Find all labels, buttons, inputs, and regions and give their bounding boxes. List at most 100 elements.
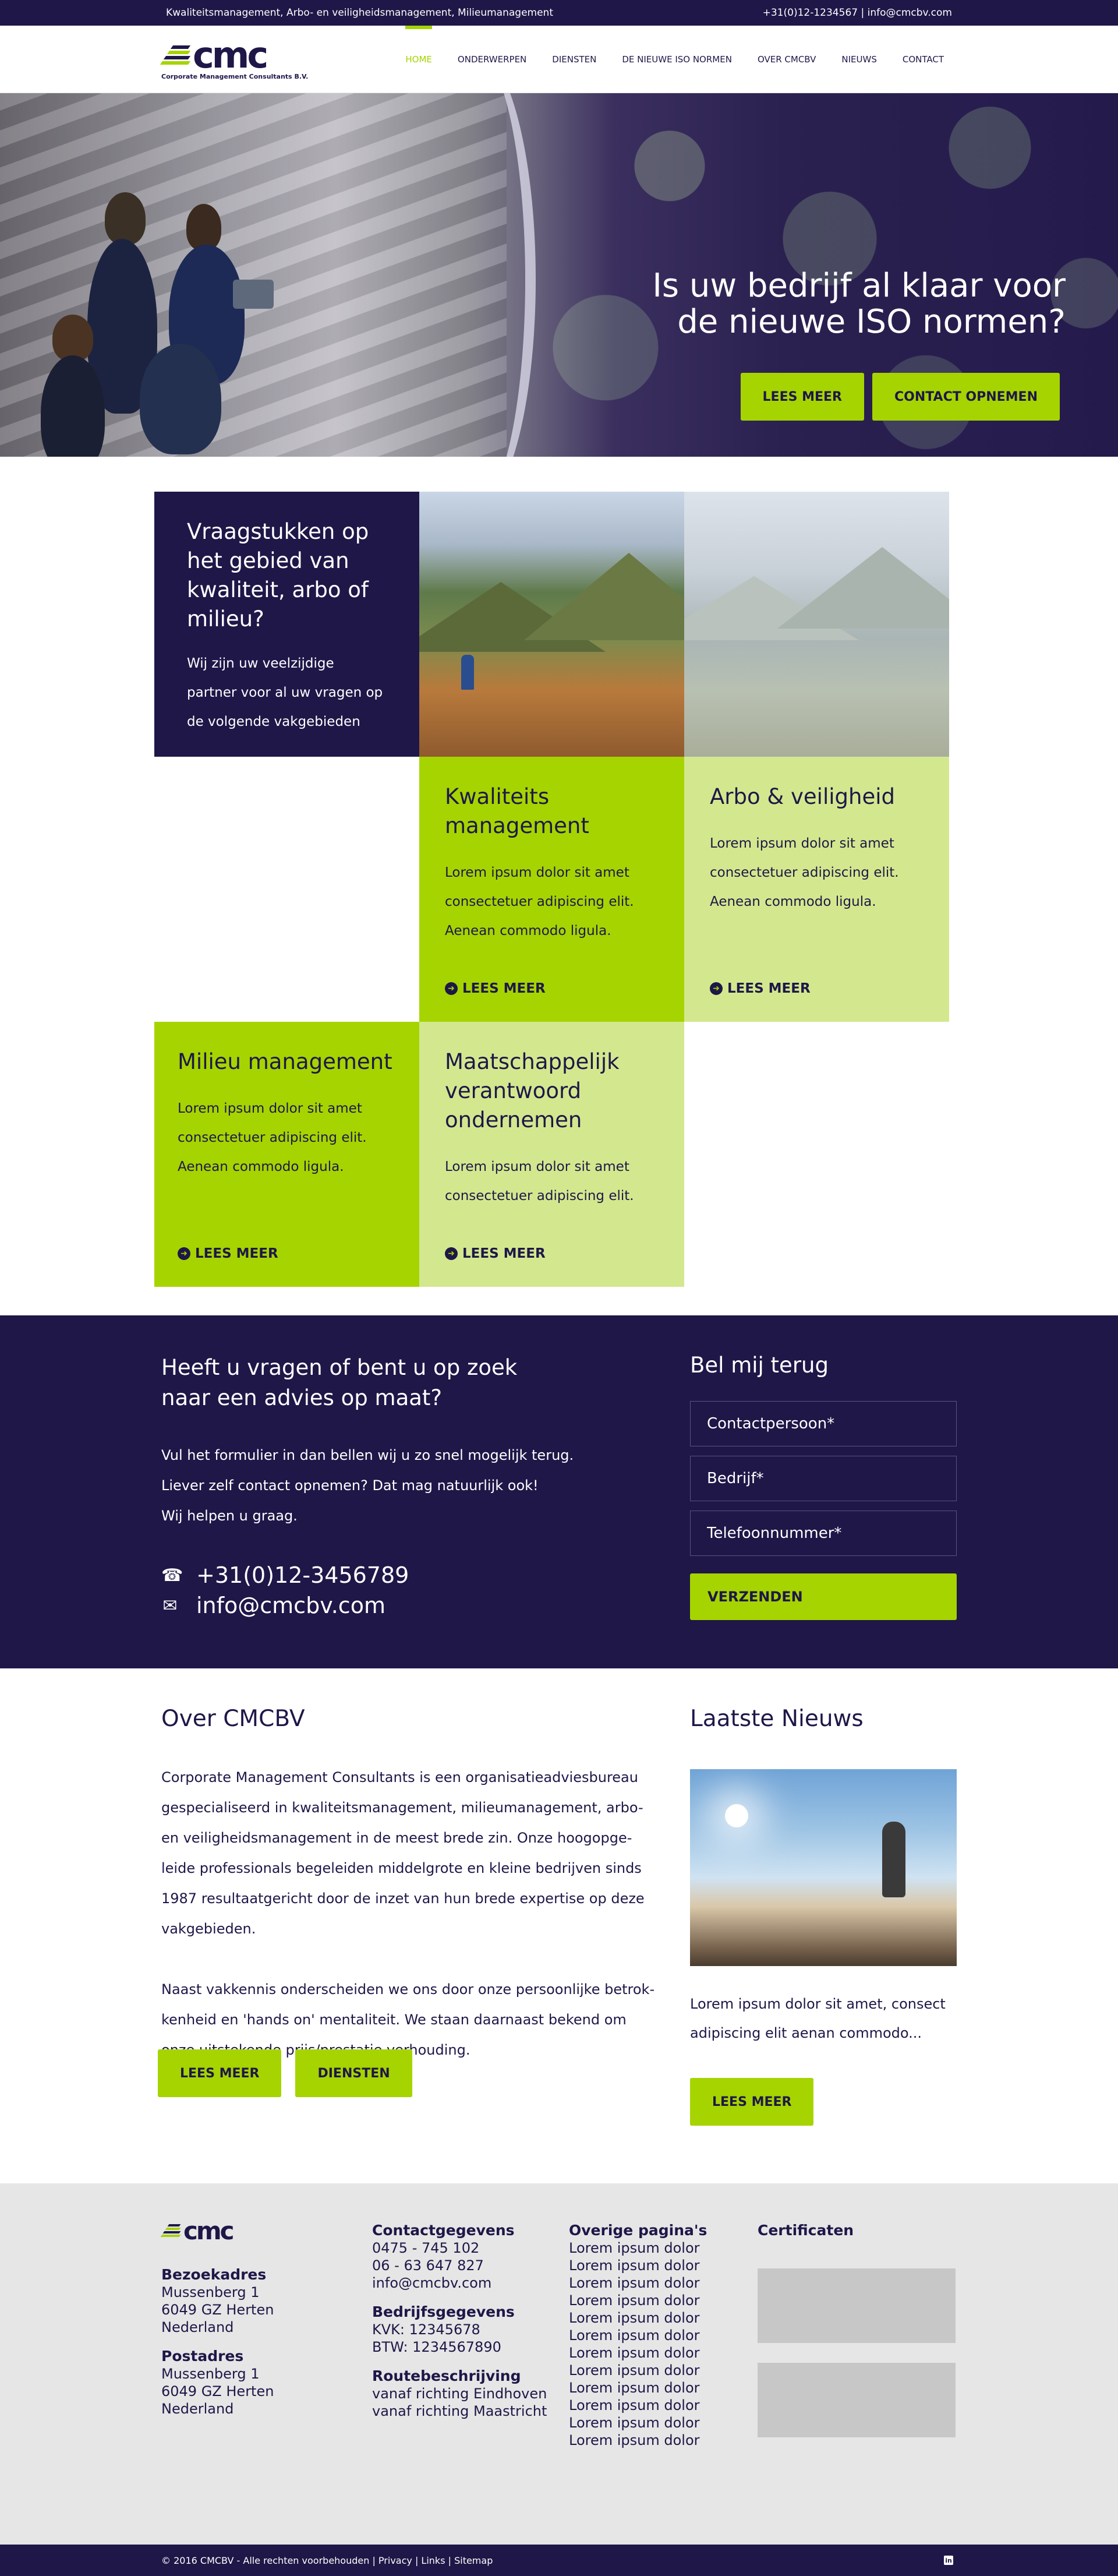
- service-title: Maatschappelijk verantwoord ondernemen: [445, 1049, 620, 1132]
- linkedin-icon[interactable]: in: [944, 2556, 953, 2565]
- logo[interactable]: cmc Corporate Management Consultants B.V…: [160, 33, 309, 80]
- footer-page-link[interactable]: Lorem ipsum dolor: [569, 2309, 707, 2327]
- contact-text: Vul het formulier in dan bellen wij u zo…: [161, 1447, 574, 1524]
- main-nav: HOME ONDERWERPEN DIENSTEN DE NIEUWE ISO …: [392, 26, 957, 93]
- post-address-title: Postadres: [161, 2348, 244, 2365]
- footer-page-link[interactable]: Lorem ipsum dolor: [569, 2379, 707, 2397]
- news-more-button[interactable]: LEES MEER: [690, 2078, 814, 2126]
- services-intro: Vraagstukken op het gebied van kwaliteit…: [154, 492, 419, 757]
- company-input[interactable]: [690, 1456, 957, 1501]
- footer-contact-column: Contactgegevens 0475 - 745 102 06 - 63 6…: [372, 2222, 547, 2420]
- bottom-bar: © 2016 CMCBV - Alle rechten voorbehouden…: [0, 2545, 1118, 2576]
- footer-page-link[interactable]: Lorem ipsum dolor: [569, 2432, 707, 2449]
- service-text: Lorem ipsum dolor sit amet consectetuer …: [445, 865, 634, 938]
- service-more-link[interactable]: ➜ LEES MEER: [445, 981, 546, 996]
- arrow-right-icon: ➜: [445, 1247, 458, 1260]
- hero-more-button[interactable]: LEES MEER: [740, 373, 864, 421]
- mountain-hiker-image: [419, 492, 684, 757]
- service-title: Kwaliteits management: [445, 784, 589, 838]
- phone-input[interactable]: [690, 1511, 957, 1556]
- about-more-button[interactable]: LEES MEER: [158, 2049, 282, 2097]
- tagline: Kwaliteitsmanagement, Arbo- en veilighei…: [166, 7, 553, 19]
- footer-page-link[interactable]: Lorem ipsum dolor: [569, 2397, 707, 2414]
- logo-subtitle: Corporate Management Consultants B.V.: [161, 72, 309, 80]
- footer-address-column: cmc Bezoekadres Mussenberg 1 6049 GZ Her…: [160, 2217, 274, 2417]
- footer-page-link[interactable]: Lorem ipsum dolor: [569, 2327, 707, 2344]
- footer-page-link[interactable]: Lorem ipsum dolor: [569, 2292, 707, 2309]
- logo-stripes-icon: [160, 2223, 181, 2239]
- mountain-landscape-image: [684, 492, 949, 757]
- top-bar: Kwaliteitsmanagement, Arbo- en veilighei…: [0, 0, 1118, 26]
- nav-home[interactable]: HOME: [392, 26, 445, 93]
- about-buttons: LEES MEER DIENSTEN: [158, 2049, 412, 2097]
- services-intro-title: Vraagstukken op het gebied van kwaliteit…: [187, 519, 369, 631]
- news-excerpt: Lorem ipsum dolor sit amet, consect adip…: [690, 1996, 946, 2041]
- about-services-button[interactable]: DIENSTEN: [295, 2049, 412, 2097]
- nav-nieuws[interactable]: NIEUWS: [829, 26, 889, 93]
- envelope-icon: ✉: [162, 1595, 178, 1616]
- service-text: Lorem ipsum dolor sit amet consectetuer …: [178, 1101, 367, 1174]
- footer-logo[interactable]: cmc: [160, 2219, 274, 2243]
- about-section: Over CMCBV Corporate Management Consulta…: [0, 1668, 1118, 2183]
- callback-title: Bel mij terug: [690, 1353, 829, 1378]
- nav-over-cmcbv[interactable]: OVER CMCBV: [745, 26, 829, 93]
- footer-pages-column: Overige pagina's Lorem ipsum dolor Lorem…: [569, 2219, 707, 2449]
- service-card-milieu[interactable]: Milieu management Lorem ipsum dolor sit …: [154, 1022, 419, 1287]
- news-hiker-image[interactable]: [690, 1769, 957, 1966]
- footer-page-link[interactable]: Lorem ipsum dolor: [569, 2414, 707, 2432]
- footer-page-link[interactable]: Lorem ipsum dolor: [569, 2362, 707, 2379]
- hero-banner: Is uw bedrijf al klaar voor de nieuwe IS…: [0, 93, 1118, 457]
- certificates-title: Certificaten: [758, 2222, 854, 2239]
- nav-diensten[interactable]: DIENSTEN: [539, 26, 609, 93]
- service-card-kwaliteit[interactable]: Kwaliteits management Lorem ipsum dolor …: [419, 757, 684, 1022]
- service-title: Milieu management: [178, 1049, 392, 1074]
- phone-icon: ☎: [161, 1565, 183, 1586]
- hero-title: Is uw bedrijf al klaar voor de nieuwe IS…: [652, 267, 1066, 341]
- callback-form: Bel mij terug VERZENDEN: [690, 1353, 957, 1620]
- copyright-text: © 2016 CMCBV - Alle rechten voorbehouden…: [161, 2554, 493, 2566]
- footer-page-link[interactable]: Lorem ipsum dolor: [569, 2274, 707, 2292]
- service-card-arbo[interactable]: Arbo & veiligheid Lorem ipsum dolor sit …: [684, 757, 949, 1022]
- hero-people-image: [41, 181, 320, 457]
- service-card-mvo[interactable]: Maatschappelijk verantwoord ondernemen L…: [419, 1022, 684, 1287]
- service-title: Arbo & veiligheid: [710, 784, 895, 809]
- contact-person-input[interactable]: [690, 1401, 957, 1446]
- news-section: Laatste Nieuws Lorem ipsum dolor sit ame…: [690, 1706, 957, 2126]
- service-more-link[interactable]: ➜ LEES MEER: [178, 1246, 278, 1261]
- logo-text: cmc: [193, 33, 268, 76]
- footer-cert-column: Certificaten: [758, 2219, 956, 2437]
- arrow-right-icon: ➜: [445, 982, 458, 995]
- service-text: Lorem ipsum dolor sit amet consectetuer …: [710, 836, 899, 909]
- service-more-link[interactable]: ➜ LEES MEER: [710, 981, 811, 996]
- footer-email-link[interactable]: info@cmcbv.com: [372, 2274, 547, 2292]
- arrow-right-icon: ➜: [178, 1247, 190, 1260]
- company-details-title: Bedrijfsgegevens: [372, 2303, 515, 2320]
- service-more-link[interactable]: ➜ LEES MEER: [445, 1246, 546, 1261]
- certificate-image: [758, 2268, 956, 2343]
- footer-page-link[interactable]: Lorem ipsum dolor: [569, 2257, 707, 2274]
- nav-iso-normen[interactable]: DE NIEUWE ISO NORMEN: [609, 26, 745, 93]
- top-contact[interactable]: +31(0)12-1234567 | info@cmcbv.com: [763, 7, 952, 19]
- service-text: Lorem ipsum dolor sit amet consectetuer …: [445, 1159, 634, 1204]
- footer-page-link[interactable]: Lorem ipsum dolor: [569, 2344, 707, 2362]
- submit-button[interactable]: VERZENDEN: [690, 1573, 957, 1620]
- hero-buttons: LEES MEER CONTACT OPNEMEN: [740, 373, 1060, 421]
- nav-contact[interactable]: CONTACT: [890, 26, 957, 93]
- news-title: Laatste Nieuws: [690, 1706, 864, 1732]
- hero-contact-button[interactable]: CONTACT OPNEMEN: [872, 373, 1060, 421]
- route-link-eindhoven[interactable]: vanaf richting Eindhoven: [372, 2385, 547, 2402]
- contact-details-title: Contactgegevens: [372, 2222, 515, 2239]
- services-section: Vraagstukken op het gebied van kwaliteit…: [0, 457, 1118, 1315]
- footer: cmc Bezoekadres Mussenberg 1 6049 GZ Her…: [0, 2183, 1118, 2545]
- certificate-image: [758, 2363, 956, 2437]
- contact-section: Heeft u vragen of bent u op zoek naar ee…: [0, 1315, 1118, 1668]
- logo-stripes-icon: [160, 43, 191, 68]
- other-pages-title: Overige pagina's: [569, 2222, 707, 2239]
- arrow-right-icon: ➜: [710, 982, 723, 995]
- visit-address-title: Bezoekadres: [161, 2266, 267, 2283]
- about-text: Corporate Management Consultants is een …: [161, 1762, 655, 2065]
- header: cmc Corporate Management Consultants B.V…: [0, 26, 1118, 93]
- footer-page-link[interactable]: Lorem ipsum dolor: [569, 2239, 707, 2257]
- nav-onderwerpen[interactable]: ONDERWERPEN: [445, 26, 539, 93]
- route-link-maastricht[interactable]: vanaf richting Maastricht: [372, 2402, 547, 2420]
